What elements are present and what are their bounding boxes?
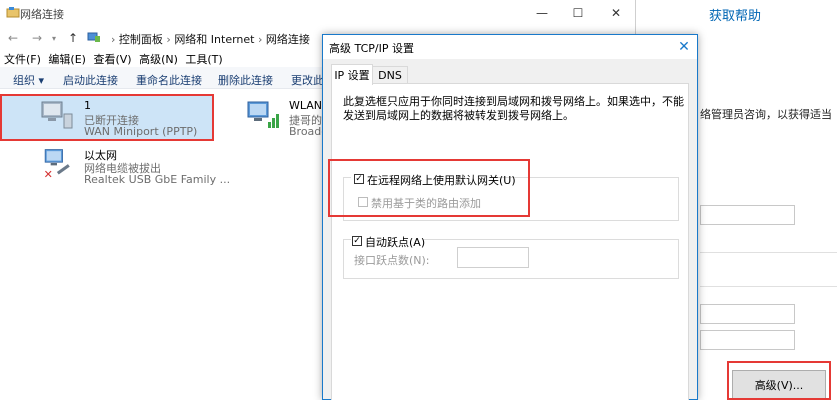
- breadcrumb-separator: ›: [258, 33, 263, 46]
- start-connection-button[interactable]: 启动此连接: [63, 72, 118, 88]
- network-folder-icon: [6, 7, 20, 18]
- ethernet-connection-icon: ✕: [44, 149, 70, 178]
- rename-connection-button[interactable]: 重命名此连接: [136, 72, 202, 88]
- change-settings-button[interactable]: 更改此: [291, 72, 324, 88]
- menu-file[interactable]: 文件(F): [4, 53, 41, 66]
- recent-dropdown-icon[interactable]: ▾: [52, 34, 56, 43]
- interface-metric-label: 接口跃点数(N):: [354, 254, 430, 267]
- divider: [700, 286, 837, 287]
- minimize-icon: —: [536, 6, 548, 20]
- interface-metric-input[interactable]: [457, 247, 529, 268]
- breadcrumb-separator: ›: [166, 33, 171, 46]
- auto-metric-label[interactable]: 自动跃点(A): [365, 234, 425, 250]
- screen: 获取帮助 络管理员咨询，以获得适当 高级(V)... 网络连接 — ☐ ✕ ← …: [0, 0, 837, 400]
- check-icon: ✓: [353, 235, 361, 246]
- up-arrow-icon[interactable]: ↑: [68, 31, 78, 45]
- breadcrumb-item[interactable]: 网络连接: [266, 33, 310, 46]
- advanced-button-highlight: [727, 361, 831, 400]
- menu-advanced[interactable]: 高级(N): [139, 53, 178, 66]
- close-icon: ✕: [678, 39, 690, 55]
- close-button[interactable]: ✕: [596, 0, 636, 26]
- menu-bar: 文件(F) 编辑(E) 查看(V) 高级(N) 工具(T): [4, 51, 227, 67]
- maximize-button[interactable]: ☐: [558, 0, 598, 26]
- back-arrow-icon[interactable]: ←: [8, 31, 18, 45]
- tab-dns[interactable]: DNS: [372, 66, 408, 84]
- dialog-title: 高级 TCP/IP 设置: [329, 42, 414, 55]
- advanced-tcpip-dialog: 高级 TCP/IP 设置 ✕ DNS IP 设置 此复选框只应用于你同时连接到局…: [322, 34, 698, 400]
- connection-name: WLAN: [289, 99, 323, 112]
- minimize-button[interactable]: —: [522, 0, 562, 26]
- settings-partial-text: 络管理员咨询，以获得适当: [700, 108, 832, 121]
- description-line: 发送到局域网上的数据将被转发到拨号网络上。: [343, 109, 574, 122]
- organize-button[interactable]: 组织 ▾: [13, 72, 44, 88]
- help-link[interactable]: 获取帮助: [709, 5, 761, 24]
- auto-metric-checkbox[interactable]: ✓: [352, 236, 362, 246]
- settings-field[interactable]: [700, 330, 795, 350]
- menu-tools[interactable]: 工具(T): [185, 53, 222, 66]
- wlan-connection-icon: [247, 101, 279, 128]
- close-icon: ✕: [610, 6, 622, 20]
- forward-arrow-icon[interactable]: →: [32, 31, 42, 45]
- settings-field[interactable]: [700, 205, 795, 225]
- menu-edit[interactable]: 编辑(E): [48, 53, 86, 66]
- description-line: 此复选框只应用于你同时连接到局域网和拨号网络上。如果选中，不能: [343, 95, 684, 108]
- window-title: 网络连接: [20, 8, 64, 21]
- selection-highlight-box: [0, 94, 214, 141]
- settings-field[interactable]: [700, 304, 795, 324]
- breadcrumb-item: ›: [111, 33, 116, 46]
- breadcrumb-item[interactable]: 控制面板: [119, 33, 163, 46]
- breadcrumb: › 控制面板 › 网络和 Internet › 网络连接: [111, 31, 310, 47]
- delete-connection-button[interactable]: 删除此连接: [218, 72, 273, 88]
- menu-view[interactable]: 查看(V): [93, 53, 131, 66]
- gateway-highlight-box: [328, 159, 530, 217]
- control-panel-icon: [87, 32, 100, 42]
- svg-text:✕: ✕: [44, 168, 53, 178]
- divider: [700, 252, 837, 253]
- connection-device: Realtek USB GbE Family ...: [84, 173, 231, 186]
- tab-ip-settings[interactable]: IP 设置: [331, 64, 373, 85]
- maximize-icon: ☐: [572, 6, 584, 20]
- dialog-close-button[interactable]: ✕: [671, 36, 697, 58]
- breadcrumb-item[interactable]: 网络和 Internet: [174, 33, 254, 46]
- gateway-description: 此复选框只应用于你同时连接到局域网和拨号网络上。如果选中，不能 发送到局域网上的…: [343, 95, 684, 123]
